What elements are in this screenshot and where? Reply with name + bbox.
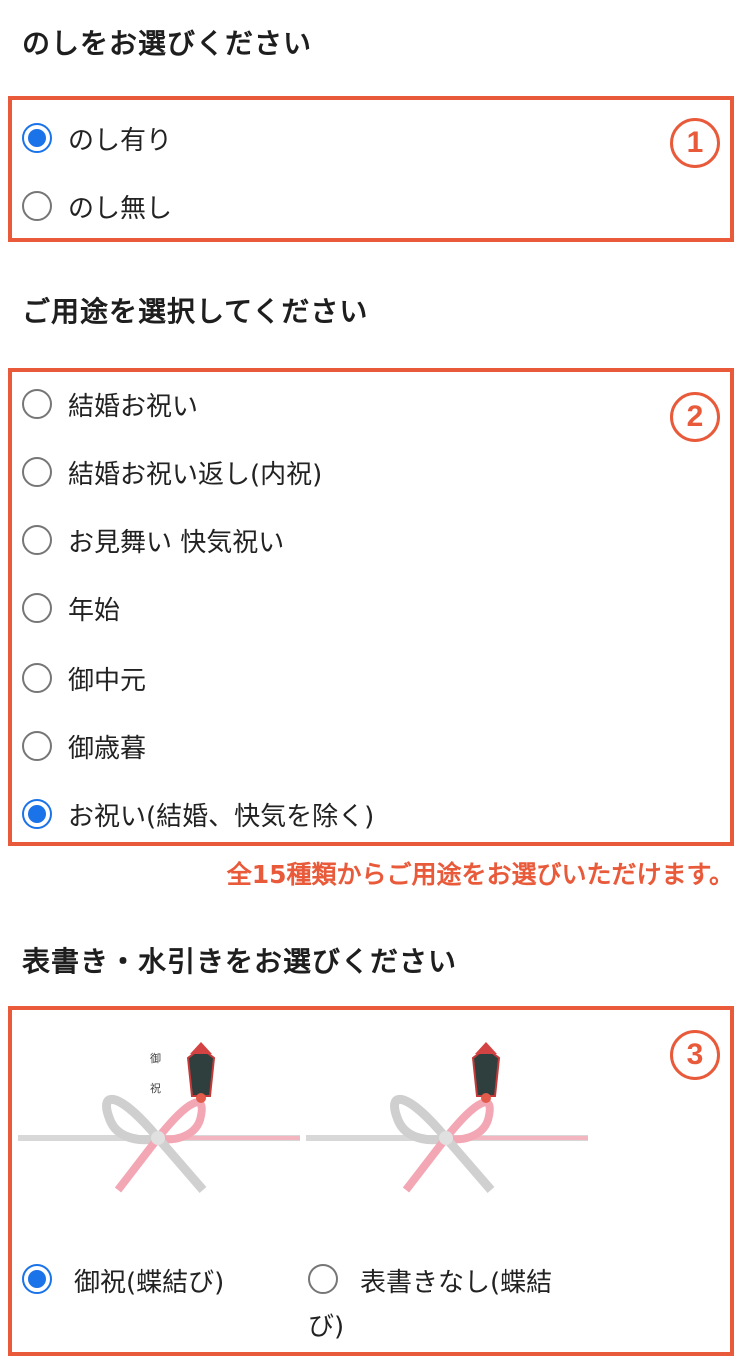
purpose-section-title: ご用途を選択してください [22, 295, 369, 328]
noshi-section-title: のしをお選びください [22, 27, 313, 60]
noshi-yes-radio[interactable] [22, 123, 52, 153]
purpose-option-wedding[interactable]: 結婚お祝い [22, 384, 198, 424]
noshi-yes-option[interactable]: のし有り [22, 118, 172, 158]
purpose-radio[interactable] [22, 593, 52, 623]
noshi-option-group: 1 のし有り のし無し [8, 96, 734, 242]
purpose-radio[interactable] [22, 525, 52, 555]
purpose-option-recovery[interactable]: お見舞い 快気祝い [22, 520, 284, 560]
style-option-gyoshuku[interactable]: 御祝(蝶結び) [22, 1262, 224, 1299]
step-badge-3: 3 [670, 1030, 720, 1080]
style-label-plain: 表書きなし(蝶結 [360, 1268, 553, 1298]
purpose-radio[interactable] [22, 389, 52, 419]
purpose-option-group: 2 結婚お祝い 結婚お祝い返し(内祝) お見舞い 快気祝い 年始 御中元 御歳暮… [8, 368, 734, 846]
purpose-radio[interactable] [22, 457, 52, 487]
style-radio-plain[interactable] [308, 1264, 338, 1294]
noshi-no-radio[interactable] [22, 191, 52, 221]
purpose-label: 御歳暮 [68, 733, 147, 764]
purpose-option-wedding-return[interactable]: 結婚お祝い返し(内祝) [22, 452, 322, 492]
purpose-option-ochugen[interactable]: 御中元 [22, 658, 146, 698]
purpose-label: 結婚お祝い返し(内祝) [68, 459, 323, 490]
noshi-no-option[interactable]: のし無し [22, 186, 172, 226]
step-badge-1: 1 [670, 118, 720, 168]
noshi-gyoshuku-icon[interactable]: 御 祝 [18, 1030, 300, 1220]
purpose-note: 全15種類からご用途をお選びいただけます。 [226, 860, 734, 889]
style-label-plain-line2: び) [308, 1312, 345, 1342]
svg-text:御: 御 [150, 1051, 161, 1065]
style-section-title: 表書き・水引きをお選びください [22, 945, 458, 978]
step-badge-2: 2 [670, 392, 720, 442]
style-option-plain[interactable]: 表書きなし(蝶結 [308, 1262, 552, 1299]
purpose-radio[interactable] [22, 663, 52, 693]
purpose-option-oseibo[interactable]: 御歳暮 [22, 726, 146, 766]
purpose-label: 年始 [68, 595, 121, 626]
purpose-radio[interactable] [22, 731, 52, 761]
style-radio-gyoshuku[interactable] [22, 1264, 52, 1294]
purpose-radio[interactable] [22, 799, 52, 829]
purpose-label: 御中元 [68, 665, 147, 696]
purpose-label: お見舞い 快気祝い [68, 527, 285, 558]
noshi-plain-icon[interactable] [306, 1030, 588, 1220]
noshi-no-label: のし無し [68, 193, 173, 224]
purpose-option-new-year[interactable]: 年始 [22, 588, 120, 628]
purpose-label: 結婚お祝い [68, 391, 199, 422]
svg-text:祝: 祝 [150, 1081, 161, 1095]
noshi-yes-label: のし有り [68, 125, 173, 156]
style-label-gyoshuku: 御祝(蝶結び) [74, 1268, 225, 1298]
purpose-label: お祝い(結婚、快気を除く) [68, 801, 375, 832]
purpose-option-celebration[interactable]: お祝い(結婚、快気を除く) [22, 794, 374, 834]
